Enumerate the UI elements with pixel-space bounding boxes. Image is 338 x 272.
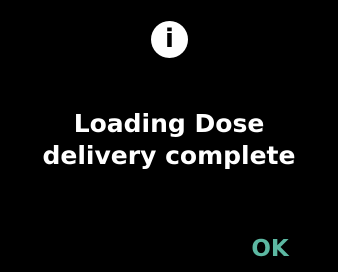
notification-screen: i Loading Dose delivery complete OK	[0, 0, 338, 272]
notification-message: Loading Dose delivery complete	[0, 108, 338, 172]
message-line-1: Loading Dose	[73, 109, 265, 138]
ok-button[interactable]: OK	[244, 232, 296, 266]
info-icon-glyph: i	[165, 24, 174, 54]
info-icon: i	[151, 21, 188, 58]
message-line-2: delivery complete	[42, 141, 296, 170]
